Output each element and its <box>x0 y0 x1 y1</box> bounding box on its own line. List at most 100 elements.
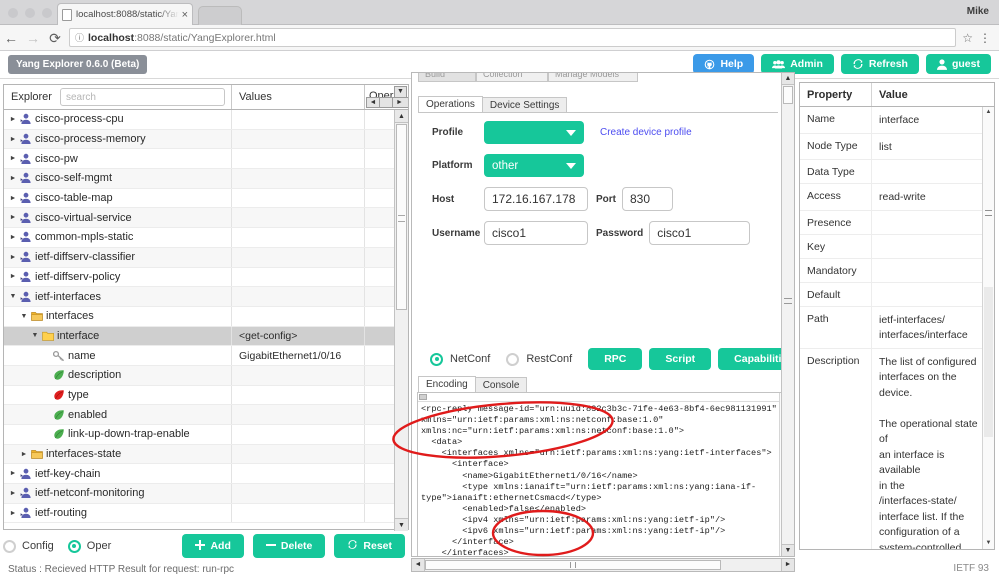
tree-row-label-cell[interactable]: ► ietf-netconf-monitoring <box>4 484 232 503</box>
tree-row-oper[interactable] <box>365 307 394 326</box>
tree-row-oper[interactable] <box>365 287 394 306</box>
tree-row-oper[interactable] <box>365 504 394 523</box>
tree-row-label-cell[interactable]: ▼ interface <box>4 326 232 346</box>
rpc-button[interactable]: RPC <box>588 348 643 370</box>
page-info-icon[interactable]: ⓘ <box>75 31 84 44</box>
chevron-right-icon[interactable]: ► <box>7 234 19 241</box>
chevron-down-icon[interactable]: ▼ <box>29 332 41 339</box>
tree-row-value[interactable] <box>232 484 365 503</box>
tree-row-label-cell[interactable]: ► cisco-process-memory <box>4 129 232 149</box>
property-scroll-thumb[interactable] <box>984 287 993 437</box>
tab-encoding[interactable]: Encoding <box>418 376 476 393</box>
close-icon[interactable]: × <box>182 9 188 21</box>
tree-row[interactable]: ► name GigabitEthernet1/0/16 <box>4 346 394 366</box>
main-tab-build[interactable]: Build <box>418 73 476 82</box>
encoding-console-tabs[interactable]: Encoding Console <box>418 376 528 393</box>
scroll-left-icon[interactable]: ◄ <box>412 559 425 571</box>
script-button[interactable]: Script <box>649 348 712 370</box>
scroll-up-icon[interactable]: ▲ <box>395 110 408 123</box>
scroll-right-icon[interactable]: ► <box>781 559 794 571</box>
tree-row-value[interactable] <box>232 444 365 464</box>
chevron-down-icon[interactable]: ▼ <box>18 313 30 320</box>
tree-row[interactable]: ► ietf-diffserv-classifier <box>4 247 394 268</box>
tree-row-label-cell[interactable]: ► enabled <box>4 405 232 424</box>
chevron-right-icon[interactable]: ► <box>7 510 19 517</box>
tree-row-oper[interactable] <box>365 130 394 149</box>
tree-row-value[interactable] <box>232 188 365 208</box>
tree-row-oper[interactable] <box>365 425 394 444</box>
tree-row[interactable]: ► type <box>4 385 394 406</box>
browser-tab[interactable]: localhost:8088/static/YangEx × <box>57 3 193 25</box>
bookmark-star-icon[interactable]: ☆ <box>962 31 973 45</box>
tree-row-value[interactable] <box>232 425 365 444</box>
tree-row-label-cell[interactable]: ► ietf-routing <box>4 503 232 523</box>
column-header-values[interactable]: Values <box>232 85 365 109</box>
window-traffic-lights[interactable] <box>8 8 52 18</box>
minimize-window-button[interactable] <box>25 8 35 18</box>
chevron-right-icon[interactable]: ► <box>7 490 19 497</box>
scroll-up-icon[interactable]: ▲ <box>983 107 994 118</box>
tree-row-label-cell[interactable]: ► cisco-virtual-service <box>4 208 232 228</box>
tree-row[interactable]: ▼ interface <get-config> <box>4 326 394 347</box>
tab-console[interactable]: Console <box>474 377 528 393</box>
chevron-right-icon[interactable]: ► <box>18 451 30 458</box>
main-tab-strip[interactable]: Build Collection Manage Models <box>418 73 758 82</box>
browser-profile-name[interactable]: Mike <box>967 6 989 17</box>
tree-row-value[interactable] <box>232 267 365 287</box>
port-input[interactable] <box>622 187 673 211</box>
browser-menu-icon[interactable]: ⋮ <box>979 31 991 45</box>
chevron-right-icon[interactable]: ► <box>7 116 19 123</box>
center-tab-bar[interactable]: Operations Device Settings <box>418 96 568 113</box>
tree-row-value[interactable] <box>232 503 365 523</box>
scroll-down-icon[interactable]: ▼ <box>782 544 794 556</box>
browser-tab-inactive[interactable] <box>198 6 242 25</box>
explorer-vertical-scrollbar[interactable]: ▲ ▼ <box>394 110 408 531</box>
tree-row[interactable]: ► cisco-self-mgmt <box>4 169 394 189</box>
tree-row-value[interactable] <box>232 149 365 169</box>
tree-row-label-cell[interactable]: ► cisco-self-mgmt <box>4 169 232 188</box>
tree-row[interactable]: ► cisco-process-memory <box>4 129 394 150</box>
hscroll-trough[interactable] <box>425 559 781 571</box>
tree-row[interactable]: ► ietf-routing <box>4 503 394 524</box>
chevron-right-icon[interactable]: ► <box>7 273 19 280</box>
platform-select[interactable]: other <box>484 154 584 177</box>
tree-row-oper[interactable] <box>365 405 394 424</box>
tree-row-oper[interactable] <box>365 386 394 405</box>
tree-row-oper[interactable] <box>365 248 394 267</box>
tree-row-label-cell[interactable]: ► type <box>4 385 232 405</box>
tree-row-value[interactable] <box>232 306 365 326</box>
tree-row[interactable]: ► cisco-virtual-service <box>4 208 394 229</box>
chevron-right-icon[interactable]: ► <box>7 175 19 182</box>
scroll-down-icon[interactable]: ▼ <box>983 538 994 549</box>
tree-row-value[interactable] <box>232 169 365 188</box>
tree-row-label-cell[interactable]: ► name <box>4 346 232 365</box>
tree-row-label-cell[interactable]: ▼ interfaces <box>4 306 232 326</box>
tree-row-oper[interactable] <box>365 110 394 129</box>
tab-operations[interactable]: Operations <box>418 96 483 113</box>
help-button[interactable]: Help <box>693 54 755 74</box>
tree-row[interactable]: ► ietf-key-chain <box>4 464 394 485</box>
tree-row-oper[interactable] <box>365 189 394 208</box>
user-button[interactable]: guest <box>925 54 991 74</box>
reload-icon[interactable]: ⟳ <box>44 31 66 45</box>
chevron-right-icon[interactable]: ► <box>7 195 19 202</box>
refresh-button[interactable]: Refresh <box>840 54 919 74</box>
tree-row-oper[interactable] <box>365 346 394 365</box>
tree-row-value[interactable] <box>232 247 365 267</box>
center-horizontal-scrollbar[interactable]: ◄ ► <box>411 558 795 572</box>
chevron-right-icon[interactable]: ► <box>7 470 19 477</box>
rpc-output-box[interactable]: <rpc-reply message-id="urn:uuid:832c3b3c… <box>417 392 791 556</box>
tree-row-label-cell[interactable]: ► cisco-table-map <box>4 188 232 208</box>
tree-row-oper[interactable] <box>365 327 394 346</box>
tree-row-value[interactable] <box>232 405 365 424</box>
reset-button[interactable]: Reset <box>334 534 405 558</box>
back-icon[interactable]: ← <box>0 31 22 45</box>
chevron-right-icon[interactable]: ► <box>7 155 19 162</box>
tree-row-label-cell[interactable]: ▼ ietf-interfaces <box>4 287 232 306</box>
tree-row-label-cell[interactable]: ► link-up-down-trap-enable <box>4 425 232 444</box>
tree-row[interactable]: ► link-up-down-trap-enable <box>4 425 394 445</box>
chevron-right-icon[interactable]: ► <box>7 136 19 143</box>
tree-row-value[interactable] <box>232 464 365 484</box>
tree-row-oper[interactable] <box>365 366 394 385</box>
tree-row-label-cell[interactable]: ► common-mpls-static <box>4 228 232 247</box>
